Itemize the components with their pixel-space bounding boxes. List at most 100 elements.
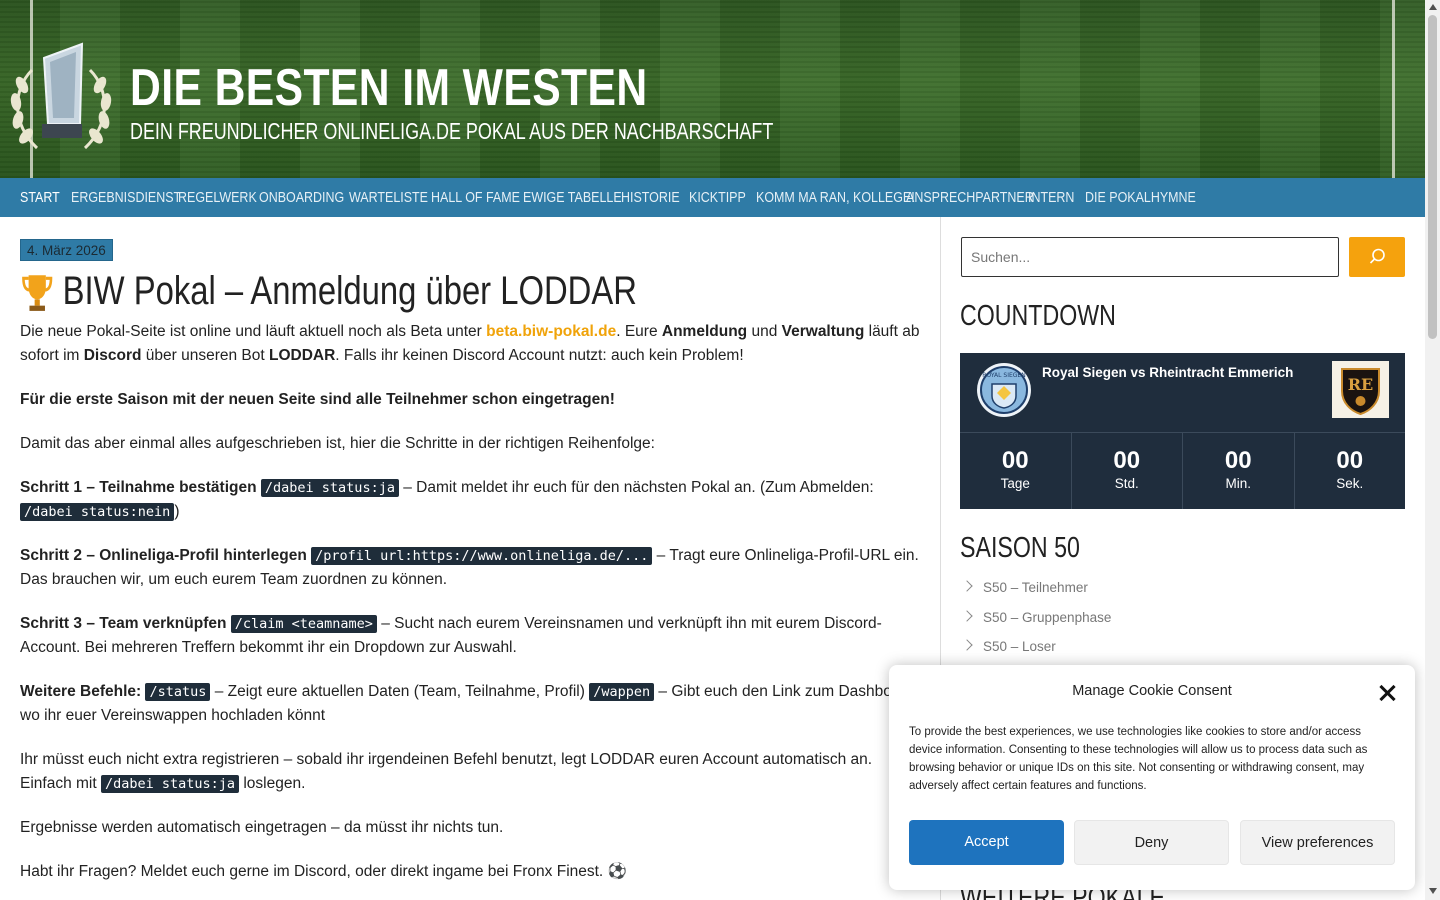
step1-text: – Damit meldet ihr euch für den nächsten… — [398, 479, 874, 496]
site-logo[interactable] — [2, 40, 120, 158]
step3-label: Schritt 3 – Team verknüpfen — [20, 615, 227, 632]
saison-item-label: S50 – Teilnehmer — [983, 580, 1088, 595]
intro-bold-loddar: LODDAR — [268, 347, 336, 364]
countdown-days-value: 00 — [1001, 447, 1029, 474]
paragraph-questions: Habt ihr Fragen? Meldet euch gerne im Di… — [20, 863, 627, 880]
countdown-timer: 00 Tage 00 Std. 00 Min. 00 Sek. — [960, 432, 1405, 509]
step1-code-dabei-nein: /dabei status:nein — [20, 503, 175, 521]
step1-label: Schritt 1 – Teilnahme bestätigen — [20, 479, 257, 496]
close-icon[interactable] — [1376, 682, 1398, 704]
trophy-icon — [22, 274, 53, 311]
countdown-seconds-value: 00 — [1336, 447, 1364, 474]
step1-code-dabei-ja: /dabei status:ja — [260, 479, 399, 497]
intro-text-c: und — [747, 323, 782, 340]
nav-item-die-pokalhymne[interactable]: DIE POKALHYMNE — [1085, 190, 1196, 206]
cookie-text: To provide the best experiences, we use … — [909, 726, 1368, 792]
saison-item-loser[interactable]: S50 – Loser — [961, 635, 1111, 665]
nav-item-ansprechpartner[interactable]: ANSPRECHPARTNER — [906, 190, 1034, 206]
registration-code: /dabei status:ja — [100, 775, 240, 793]
accept-button[interactable]: Accept — [909, 820, 1064, 865]
countdown-days: 00 Tage — [960, 433, 1072, 509]
chevron-right-icon — [961, 639, 973, 651]
royal-siegen-badge-text: ROYAL SIEGEN — [982, 372, 1025, 379]
main-nav: START ERGEBNISDIENST REGELWERK ONBOARDIN… — [0, 178, 1425, 217]
countdown-hours-value: 00 — [1113, 447, 1141, 474]
chevron-right-icon — [961, 580, 973, 592]
registration-text-b: loslegen. — [239, 775, 306, 792]
countdown-title: COUNTDOWN — [960, 300, 1116, 332]
nav-item-kicktipp[interactable]: KICKTIPP — [689, 190, 747, 206]
cookie-title: Manage Cookie Consent — [1072, 683, 1232, 699]
intro-bold-discord: Discord — [83, 347, 142, 364]
scroll-down-arrow-icon[interactable] — [1429, 888, 1437, 894]
saison-item-label: S50 – Gruppenphase — [983, 609, 1112, 625]
search-button[interactable] — [1349, 237, 1405, 277]
nav-item-start[interactable]: START — [20, 190, 64, 206]
nav-item-hall-of-fame[interactable]: HALL OF FAME — [431, 190, 520, 206]
nav-item-komm-ma-ran[interactable]: KOMM MA RAN, KOLLEGE! — [756, 190, 915, 206]
intro-bold-anmeldung: Anmeldung — [661, 323, 748, 340]
intro-bold-verwaltung: Verwaltung — [781, 323, 865, 340]
post-title-text: BIW Pokal – Anmeldung über LODDAR — [62, 269, 637, 313]
saison-list: S50 – Teilnehmer S50 – Gruppenphase S50 … — [961, 576, 1112, 665]
intro-text-e: über unseren Bot — [141, 347, 269, 364]
note-bold: Für die erste Saison mit der neuen Seite… — [20, 391, 615, 408]
more-code-wappen: /wappen — [589, 683, 655, 701]
countdown-seconds-label: Sek. — [1336, 476, 1364, 491]
rheintracht-badge-text: RE — [1348, 375, 1374, 394]
step2-label: Schritt 2 – Onlineliga-Profil hinterlege… — [20, 547, 307, 564]
saison-item-gruppenphase[interactable]: S50 – Gruppenphase — [961, 606, 1112, 636]
scrollbar-thumb[interactable] — [1428, 15, 1437, 339]
countdown-hours: 00 Std. — [1072, 433, 1183, 509]
more-label: Weitere Befehle: — [20, 683, 142, 700]
match-title[interactable]: Royal Siegen vs Rheintracht Emmerich — [1042, 365, 1293, 380]
site-title[interactable]: DIE BESTEN IM WESTEN — [130, 58, 648, 118]
nav-item-ewige-tabelle[interactable]: EWIGE TABELLE — [523, 190, 622, 206]
nav-item-intern[interactable]: INTERN — [1028, 190, 1077, 206]
intro-text-f: . Falls ihr keinen Discord Account nutzt… — [335, 347, 744, 364]
paragraph-intro: Die neue Pokal-Seite ist online und läuf… — [20, 320, 920, 368]
countdown-minutes: 00 Min. — [1183, 433, 1295, 509]
royal-siegen-logo: ROYAL SIEGEN — [977, 363, 1031, 417]
intro-text-b: . Eure — [616, 323, 662, 340]
view-preferences-button[interactable]: View preferences — [1240, 820, 1395, 865]
cookie-consent-dialog: Manage Cookie Consent To provide the bes… — [889, 665, 1415, 890]
pitch-line-right — [1392, 0, 1395, 178]
more-text1: – Zeigt eure aktuellen Daten (Team, Teil… — [210, 683, 590, 700]
countdown-hours-label: Std. — [1114, 476, 1139, 491]
paragraph-note: Für die erste Saison mit der neuen Seite… — [20, 388, 920, 412]
saison-item-teilnehmer[interactable]: S50 – Teilnehmer — [961, 576, 1111, 606]
nav-item-regelwerk[interactable]: REGELWERK — [178, 190, 257, 206]
rheintracht-emmerich-logo: RE — [1332, 361, 1389, 418]
scroll-up-arrow-icon[interactable] — [1429, 4, 1437, 10]
saison-title: SAISON 50 — [960, 532, 1080, 564]
paragraph-step1: Schritt 1 – Teilnahme bestätigen /dabei … — [20, 476, 920, 524]
step2-code-profil: /profil url:https://www.onlineliga.de/..… — [311, 547, 653, 565]
paragraph-results: Ergebnisse werden automatisch eingetrage… — [20, 819, 504, 836]
nav-item-warteliste[interactable]: WARTELISTE — [349, 190, 428, 206]
beta-link[interactable]: beta.biw-pokal.de — [486, 323, 616, 340]
nav-item-ergebnisdienst[interactable]: ERGEBNISDIENST — [71, 190, 181, 206]
countdown-minutes-label: Min. — [1225, 476, 1251, 491]
countdown-minutes-value: 00 — [1224, 447, 1252, 474]
countdown-widget: ROYAL SIEGEN Royal Siegen vs Rheintracht… — [960, 353, 1405, 509]
deny-button[interactable]: Deny — [1074, 820, 1229, 865]
search-input[interactable] — [961, 237, 1339, 277]
chevron-right-icon — [961, 609, 973, 622]
site-tagline: DEIN FREUNDLICHER ONLINELIGA.DE POKAL AU… — [130, 118, 774, 144]
countdown-seconds: 00 Sek. — [1295, 433, 1406, 509]
search-icon — [1369, 248, 1385, 264]
nav-item-onboarding[interactable]: ONBOARDING — [259, 190, 344, 206]
post-title: BIW Pokal – Anmeldung über LODDAR — [20, 269, 637, 314]
step1-end: ) — [174, 503, 180, 520]
post-date[interactable]: 4. März 2026 — [20, 239, 113, 261]
paragraph-more-commands: Weitere Befehle: /status – Zeigt eure ak… — [20, 680, 920, 728]
paragraph-registration: Ihr müsst euch nicht extra registrieren … — [20, 748, 920, 796]
page-scrollbar[interactable] — [1425, 0, 1440, 900]
saison-item-label: S50 – Loser — [983, 639, 1056, 654]
nav-item-historie[interactable]: HISTORIE — [621, 190, 680, 206]
intro-text-a: Die neue Pokal-Seite ist online und läuf… — [20, 323, 487, 340]
site-header: DIE BESTEN IM WESTEN DEIN FREUNDLICHER O… — [0, 0, 1425, 178]
paragraph-step3: Schritt 3 – Team verknüpfen /claim <team… — [20, 612, 920, 660]
more-code-status: /status — [145, 683, 211, 701]
